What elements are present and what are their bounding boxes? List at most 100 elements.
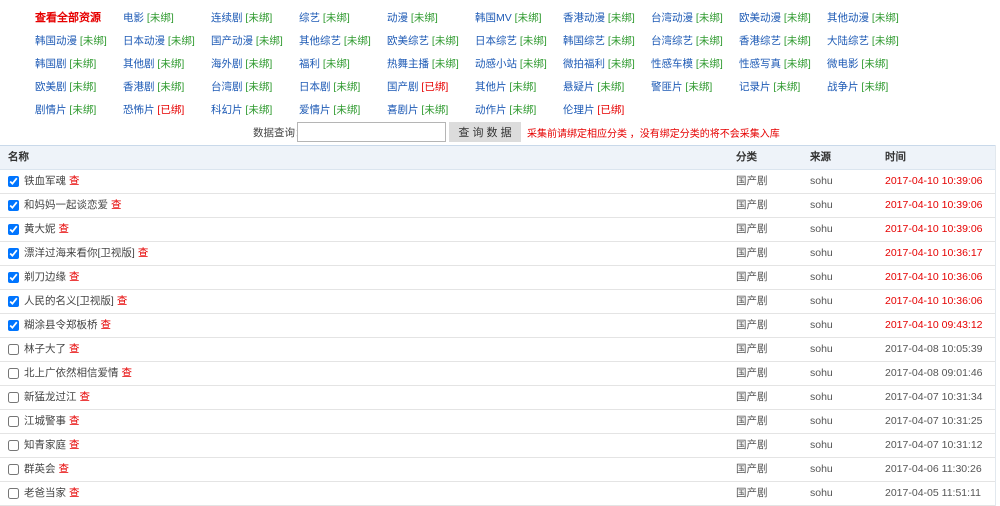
category-link[interactable]: 性感车模 [未绑] xyxy=(651,53,739,76)
row-name-cell: 林子大了查 xyxy=(24,338,80,361)
view-link[interactable]: 查 xyxy=(69,175,80,187)
row-source: sohu xyxy=(810,367,833,379)
view-link[interactable]: 查 xyxy=(138,247,149,259)
category-link[interactable]: 台湾动漫 [未绑] xyxy=(651,7,739,30)
row-select-checkbox[interactable] xyxy=(8,272,19,283)
category-link[interactable]: 日本剧 [未绑] xyxy=(299,76,387,99)
row-category: 国产剧 xyxy=(736,487,768,499)
category-link[interactable]: 台湾剧 [未绑] xyxy=(211,76,299,99)
view-link[interactable]: 查 xyxy=(69,415,80,427)
category-link[interactable]: 韩国剧 [未绑] xyxy=(35,53,123,76)
category-name: 热舞主播 xyxy=(387,58,429,70)
bind-status-badge: [未绑] xyxy=(167,35,195,47)
view-link[interactable]: 查 xyxy=(69,343,80,355)
category-link[interactable]: 其他片 [未绑] xyxy=(475,76,563,99)
row-select-checkbox[interactable] xyxy=(8,200,19,211)
category-name: 其他综艺 xyxy=(299,35,341,47)
category-name: 福利 xyxy=(299,58,320,70)
category-link[interactable]: 伦理片 [已绑] xyxy=(563,99,651,122)
row-select-checkbox[interactable] xyxy=(8,224,19,235)
search-input[interactable] xyxy=(297,122,446,142)
row-select-checkbox[interactable] xyxy=(8,488,19,499)
category-link[interactable]: 悬疑片 [未绑] xyxy=(563,76,651,99)
category-link[interactable]: 其他动漫 [未绑] xyxy=(827,7,915,30)
category-link[interactable]: 香港动漫 [未绑] xyxy=(563,7,651,30)
category-link[interactable]: 动作片 [未绑] xyxy=(475,99,563,122)
category-link[interactable]: 电影 [未绑] xyxy=(123,7,211,30)
category-link[interactable]: 科幻片 [未绑] xyxy=(211,99,299,122)
category-link[interactable]: 韩国MV [未绑] xyxy=(475,7,563,30)
category-link[interactable]: 战争片 [未绑] xyxy=(827,76,915,99)
category-link[interactable]: 欧美综艺 [未绑] xyxy=(387,30,475,53)
category-link[interactable]: 喜剧片 [未绑] xyxy=(387,99,475,122)
category-link[interactable]: 香港综艺 [未绑] xyxy=(739,30,827,53)
category-link[interactable]: 剧情片 [未绑] xyxy=(35,99,123,122)
category-link[interactable]: 国产动漫 [未绑] xyxy=(211,30,299,53)
bind-status-badge: [未绑] xyxy=(69,81,97,93)
category-link[interactable]: 警匪片 [未绑] xyxy=(651,76,739,99)
category-link[interactable]: 微电影 [未绑] xyxy=(827,53,915,76)
row-category: 国产剧 xyxy=(736,247,768,259)
category-name: 台湾动漫 xyxy=(651,12,693,24)
category-link[interactable]: 性感写真 [未绑] xyxy=(739,53,827,76)
category-link[interactable]: 日本综艺 [未绑] xyxy=(475,30,563,53)
row-time: 2017-04-10 10:36:06 xyxy=(885,295,983,307)
row-select-checkbox[interactable] xyxy=(8,176,19,187)
category-link[interactable]: 国产剧 [已绑] xyxy=(387,76,475,99)
row-select-checkbox[interactable] xyxy=(8,320,19,331)
row-select-checkbox[interactable] xyxy=(8,416,19,427)
row-select-checkbox[interactable] xyxy=(8,344,19,355)
category-name: 大陆综艺 xyxy=(827,35,869,47)
category-link[interactable]: 动漫 [未绑] xyxy=(387,7,475,30)
category-link[interactable]: 香港剧 [未绑] xyxy=(123,76,211,99)
row-select-checkbox[interactable] xyxy=(8,392,19,403)
category-link[interactable]: 韩国综艺 [未绑] xyxy=(563,30,651,53)
row-select-checkbox[interactable] xyxy=(8,248,19,259)
row-source: sohu xyxy=(810,175,833,187)
category-link[interactable]: 热舞主播 [未绑] xyxy=(387,53,475,76)
resource-table: 名称 分类 来源 时间 铁血军魂查国产剧 sohu 2017-04-10 10:39… xyxy=(0,145,996,506)
category-name: 剧情片 xyxy=(35,104,67,116)
row-select-checkbox[interactable] xyxy=(8,296,19,307)
view-link[interactable]: 查 xyxy=(69,487,80,499)
search-label: 数据查询： xyxy=(253,126,306,139)
row-source: sohu xyxy=(810,199,833,211)
bind-category-notice: 采集前请绑定相应分类 ，没有绑定分类的将不会采集入库 xyxy=(527,128,780,140)
row-name-cell: 漂洋过海来看你[卫视版] 查 xyxy=(24,242,148,265)
category-link[interactable]: 欧美剧 [未绑] xyxy=(35,76,123,99)
row-select-checkbox[interactable] xyxy=(8,464,19,475)
view-link[interactable]: 查 xyxy=(69,439,80,451)
category-link[interactable]: 动感小站 [未绑] xyxy=(475,53,563,76)
view-link[interactable]: 查 xyxy=(111,199,122,211)
category-link[interactable]: 综艺 [未绑] xyxy=(299,7,387,30)
bind-status-badge: [未绑] xyxy=(871,12,899,24)
view-link[interactable]: 查 xyxy=(101,319,112,331)
category-link[interactable]: 恐怖片 [已绑] xyxy=(123,99,211,122)
category-link[interactable]: 记录片 [未绑] xyxy=(739,76,827,99)
view-link[interactable]: 查 xyxy=(117,295,128,307)
category-link[interactable]: 韩国动漫 [未绑] xyxy=(35,30,123,53)
category-link[interactable]: 爱情片 [未绑] xyxy=(299,99,387,122)
category-link[interactable]: 福利 [未绑] xyxy=(299,53,387,76)
category-link[interactable]: 连续剧 [未绑] xyxy=(211,7,299,30)
view-link[interactable]: 查 xyxy=(122,367,133,379)
category-link[interactable]: 台湾综艺 [未绑] xyxy=(651,30,739,53)
view-link[interactable]: 查 xyxy=(59,463,70,475)
category-link[interactable]: 欧美动漫 [未绑] xyxy=(739,7,827,30)
row-select-checkbox[interactable] xyxy=(8,368,19,379)
view-link[interactable]: 查 xyxy=(80,391,91,403)
view-all-resources-link[interactable]: 查看全部资源 xyxy=(35,7,123,30)
view-link[interactable]: 查 xyxy=(59,223,70,235)
category-link[interactable]: 其他剧 [未绑] xyxy=(123,53,211,76)
bind-status-badge: [已绑] xyxy=(421,81,449,93)
category-link[interactable]: 微拍福利 [未绑] xyxy=(563,53,651,76)
category-link[interactable]: 海外剧 [未绑] xyxy=(211,53,299,76)
row-select-checkbox[interactable] xyxy=(8,440,19,451)
view-link[interactable]: 查 xyxy=(69,271,80,283)
category-link[interactable]: 日本动漫 [未绑] xyxy=(123,30,211,53)
category-link[interactable]: 大陆综艺 [未绑] xyxy=(827,30,915,53)
bind-status-badge: [未绑] xyxy=(245,81,273,93)
category-link[interactable]: 其他综艺 [未绑] xyxy=(299,30,387,53)
search-data-button[interactable]: 查 询 数 据 xyxy=(449,122,521,142)
row-title: 群英会 xyxy=(24,463,56,475)
